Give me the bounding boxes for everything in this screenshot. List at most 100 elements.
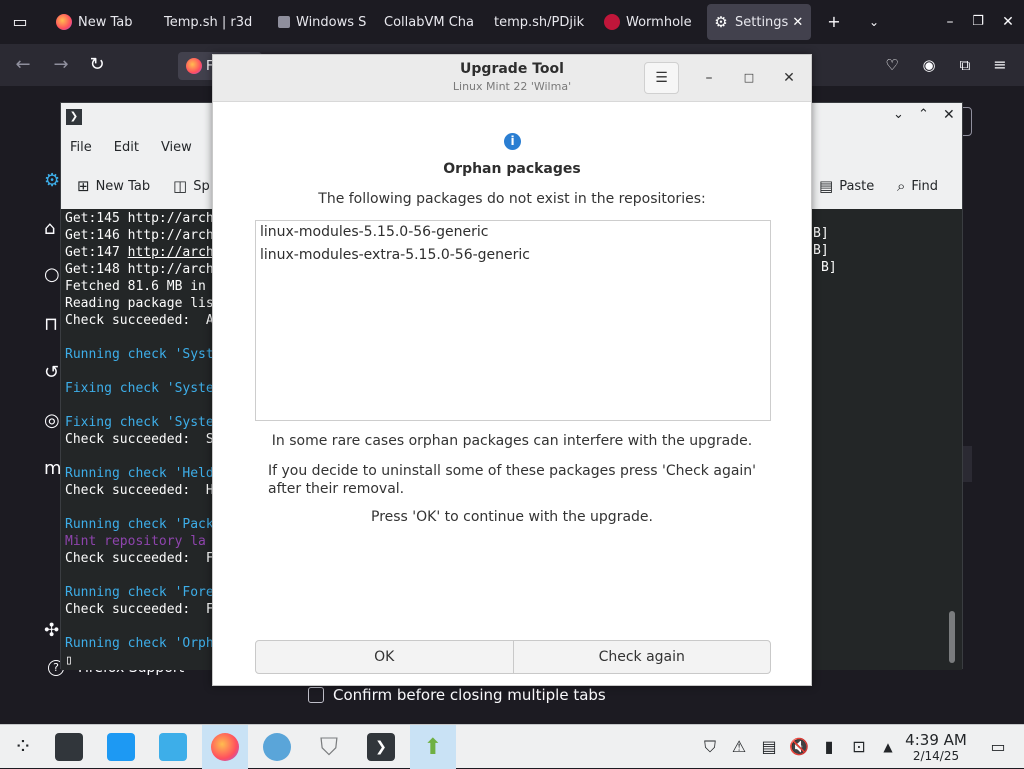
browser-tab-strip: ▭ New Tab Temp.sh | r3d Windows S Collab… — [0, 0, 1024, 44]
shield-icon[interactable]: ⛉ — [700, 737, 720, 757]
launcher-glyph: ⁘ — [13, 734, 33, 760]
menu-file[interactable]: File — [70, 140, 92, 155]
terminal-line-fragment: B] — [813, 243, 829, 258]
tab-list-icon[interactable]: ▭ — [8, 10, 32, 34]
show-desktop-icon[interactable]: ▭ — [988, 737, 1008, 757]
dialog-button-row: OK Check again — [255, 640, 771, 674]
firefox-icon — [186, 58, 202, 74]
confirm-close-tabs-checkbox[interactable] — [308, 687, 324, 703]
terminal-output-right: B] B] B] — [813, 225, 837, 276]
globe-taskbar-icon[interactable] — [254, 725, 300, 769]
tab-windows[interactable]: Windows S — [272, 4, 368, 40]
firefox-icon — [56, 14, 72, 30]
account-icon[interactable]: ◉ — [916, 52, 942, 78]
clock-date: 2/14/25 — [912, 749, 960, 763]
pocket-icon[interactable]: ♡ — [879, 52, 905, 78]
new-tab-icon[interactable]: + — [822, 10, 846, 34]
terminal-scrollbar[interactable] — [949, 611, 955, 663]
new-tab-icon: ⊞ — [77, 177, 90, 195]
search-icon: ⌕ — [897, 177, 906, 195]
find-label: Find — [911, 178, 939, 194]
close-window-icon[interactable]: ✕ — [996, 10, 1020, 34]
terminal-line-fragment: B] — [813, 226, 829, 241]
shield-taskbar-icon[interactable]: ⛉ — [306, 725, 352, 769]
info-icon: i — [504, 133, 521, 150]
paste-icon: ▤ — [819, 177, 834, 195]
back-icon[interactable]: ← — [10, 52, 36, 78]
split-view-button[interactable]: ◫ Sp — [173, 177, 210, 195]
orphan-package-list[interactable]: linux-modules-5.15.0-56-generic linux-mo… — [255, 220, 771, 421]
maximize-icon[interactable]: □ — [738, 67, 760, 89]
battery-icon[interactable]: ▮ — [819, 737, 839, 757]
firefox-taskbar-icon[interactable] — [202, 725, 248, 769]
terminal-icon: ❯ — [367, 733, 395, 761]
clock[interactable]: 4:39 AM 2/14/25 — [898, 731, 974, 764]
upgrade-tool-taskbar-icon[interactable]: ⬆ — [410, 725, 456, 769]
ok-button[interactable]: OK — [256, 641, 513, 673]
dialog-description: The following packages do not exist in t… — [318, 191, 706, 207]
clipboard-icon[interactable]: ▤ — [759, 737, 779, 757]
tab-label: Settings — [735, 14, 789, 30]
wormhole-icon — [604, 14, 620, 30]
dialog-header[interactable]: Upgrade Tool Linux Mint 22 'Wilma' ☰ – □… — [213, 55, 811, 102]
tab-label: Wormhole — [626, 14, 692, 30]
tab-wormhole[interactable]: Wormhole — [598, 4, 698, 40]
update-alert-icon[interactable]: ⚠ — [729, 737, 749, 757]
gear-icon: ⚙ — [714, 13, 728, 31]
minimize-icon[interactable]: – — [698, 67, 720, 89]
show-hidden-icons-icon[interactable]: ▲ — [878, 737, 898, 757]
tab-temp-sh[interactable]: Temp.sh | r3d — [158, 4, 258, 40]
clock-time: 4:39 AM — [905, 731, 967, 749]
terminal-taskbar-icon[interactable]: ❯ — [358, 725, 404, 769]
split-view-label: Sp — [193, 178, 210, 194]
tab-label: Temp.sh | r3d — [164, 14, 253, 30]
dialog-heading: Orphan packages — [443, 161, 581, 177]
volume-muted-icon[interactable]: 🔇 — [789, 737, 809, 757]
close-icon[interactable]: ✕ — [943, 107, 955, 123]
menu-edit[interactable]: Edit — [114, 140, 139, 155]
check-again-button[interactable]: Check again — [512, 641, 771, 673]
hamburger-menu-icon[interactable]: ☰ — [644, 62, 679, 94]
new-tab-button[interactable]: ⊞ New Tab — [77, 177, 150, 195]
continue-note: Press 'OK' to continue with the upgrade. — [371, 509, 653, 525]
taskbar: ⁘ ⛉ ❯ ⬆ ⛉ ⚠ ▤ 🔇 ▮ ⊡ ▲ 4:39 AM 2/14/25 ▭ — [0, 724, 1024, 769]
tab-new-tab[interactable]: New Tab — [50, 4, 150, 40]
list-item[interactable]: linux-modules-extra-5.15.0-56-generic — [260, 247, 530, 263]
globe-icon — [263, 733, 291, 761]
shield-icon: ⛉ — [320, 733, 338, 761]
paste-button[interactable]: ▤ Paste — [819, 177, 874, 195]
tab-collabvm[interactable]: CollabVM Cha — [378, 4, 478, 40]
menu-view[interactable]: View — [161, 140, 192, 155]
reload-icon[interactable]: ↻ — [84, 52, 110, 78]
folder-icon — [159, 733, 187, 761]
application-launcher-icon[interactable]: ⁘ — [0, 725, 46, 769]
terminal-link[interactable]: http://arch — [128, 245, 214, 260]
interference-note: In some rare cases orphan packages can i… — [271, 433, 753, 449]
chevron-down-icon[interactable]: ⌄ — [862, 10, 886, 34]
extensions-icon[interactable]: ⧉ — [952, 52, 978, 78]
system-settings-taskbar-icon[interactable] — [46, 725, 92, 769]
tab-temp-sh-2[interactable]: temp.sh/PDjik — [488, 4, 588, 40]
find-button[interactable]: ⌕ Find — [897, 177, 938, 195]
chevron-down-icon[interactable]: ⌄ — [893, 107, 904, 122]
restore-icon[interactable]: ❐ — [966, 10, 990, 34]
upgrade-tool-dialog: Upgrade Tool Linux Mint 22 'Wilma' ☰ – □… — [212, 54, 812, 686]
close-icon[interactable]: ✕ — [778, 67, 800, 89]
close-tab-icon[interactable]: ✕ — [792, 15, 803, 30]
firefox-icon — [211, 733, 239, 761]
upgrade-shield-icon: ⬆ — [423, 734, 443, 760]
list-item[interactable]: linux-modules-5.15.0-56-generic — [260, 224, 488, 240]
menu-icon[interactable]: ≡ — [987, 52, 1013, 78]
chevron-up-icon[interactable]: ⌃ — [918, 107, 929, 122]
network-icon[interactable]: ⊡ — [849, 737, 869, 757]
new-tab-label: New Tab — [95, 178, 151, 194]
confirm-close-tabs-option[interactable]: Confirm before closing multiple tabs — [308, 686, 606, 704]
discover-taskbar-icon[interactable] — [98, 725, 144, 769]
forward-icon[interactable]: → — [48, 52, 74, 78]
tab-settings[interactable]: ⚙ Settings ✕ — [707, 4, 811, 40]
minimize-icon[interactable]: – — [938, 10, 962, 34]
file-manager-taskbar-icon[interactable] — [150, 725, 196, 769]
discover-app-icon — [107, 733, 135, 761]
paste-label: Paste — [839, 178, 875, 194]
split-view-icon: ◫ — [173, 177, 188, 195]
